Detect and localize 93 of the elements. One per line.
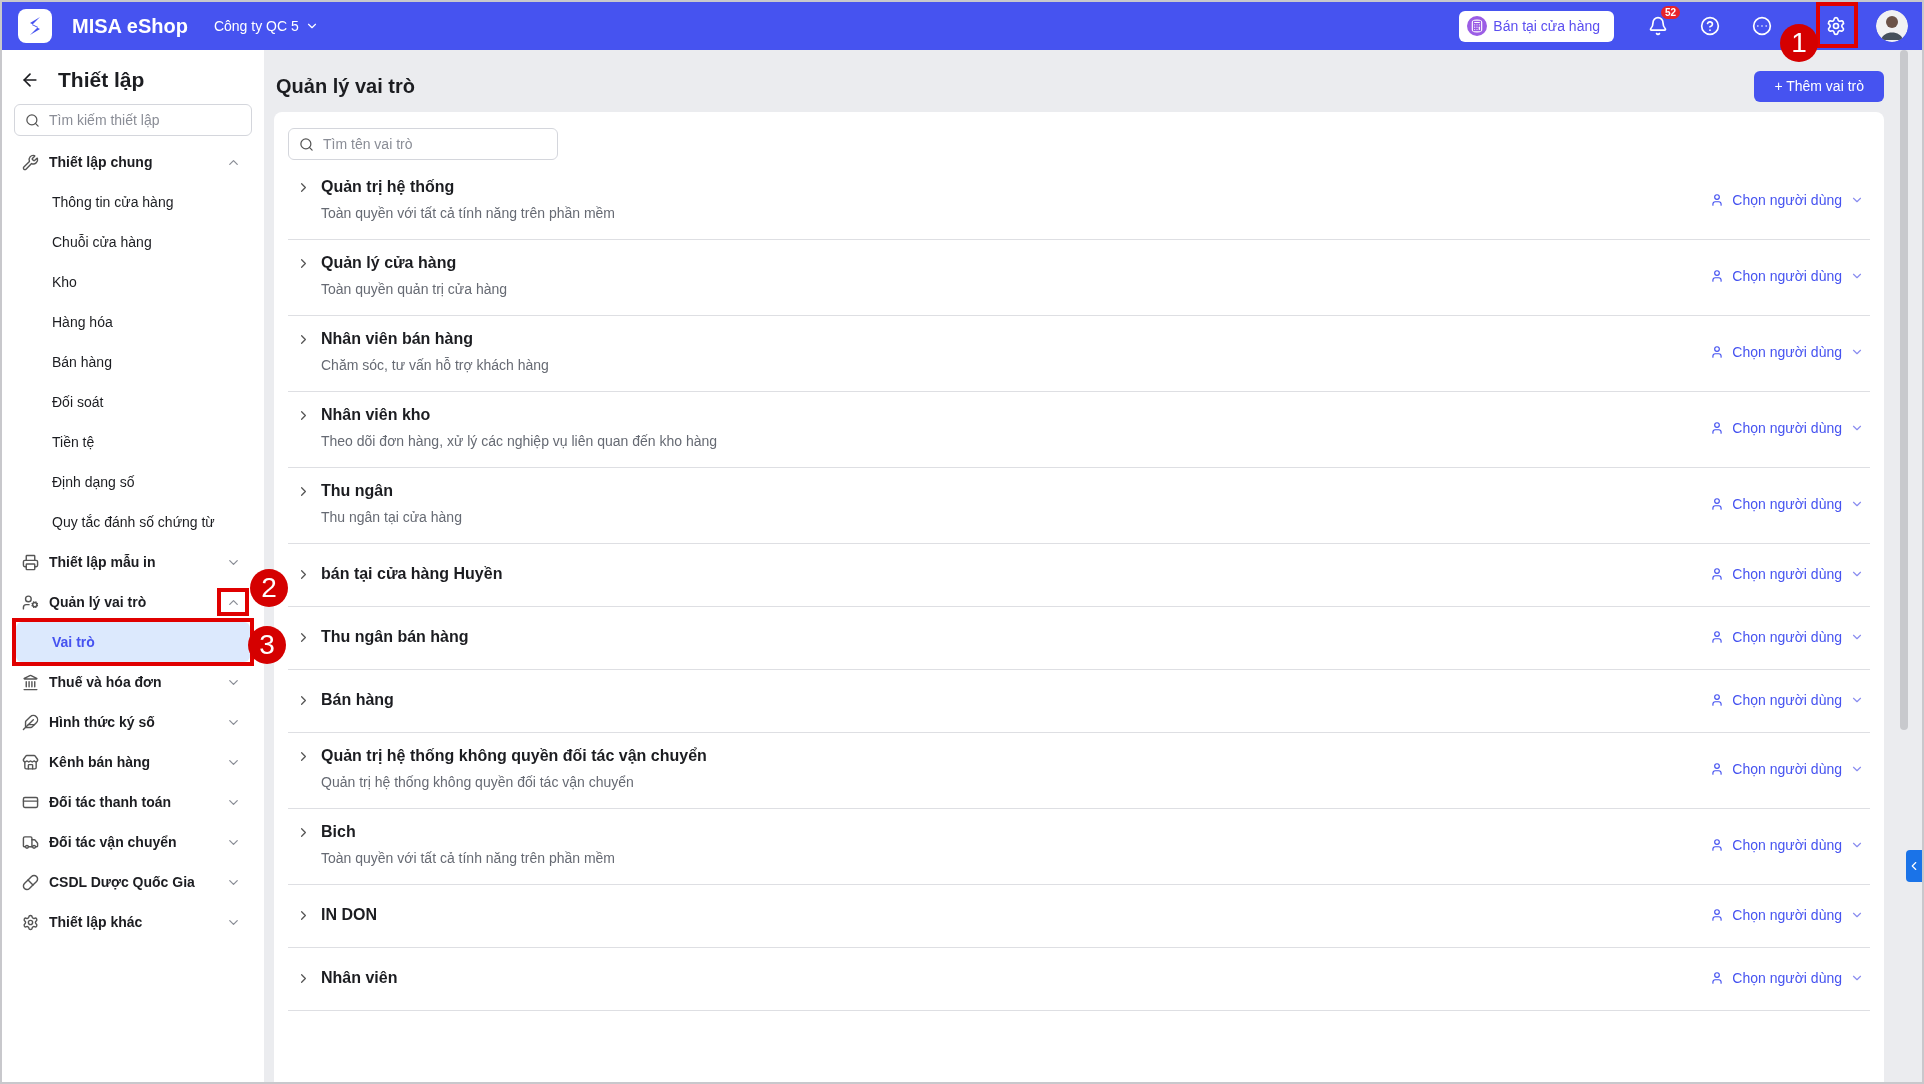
role-name: Bich <box>321 823 356 841</box>
choose-user-button[interactable]: Chọn người dùng <box>1710 692 1870 708</box>
user-icon <box>1710 496 1725 511</box>
user-gear-icon <box>22 593 39 611</box>
settings-item[interactable]: Thông tin cửa hàng <box>16 182 250 222</box>
choose-user-button[interactable]: Chọn người dùng <box>1710 836 1870 853</box>
store-sale-button[interactable]: Bán tại cửa hàng <box>1459 10 1614 42</box>
choose-user-button[interactable]: Chọn người dùng <box>1710 267 1870 284</box>
settings-search-field[interactable]: Tìm kiếm thiết lập <box>14 104 252 136</box>
collapse-panel-button[interactable] <box>1906 850 1922 882</box>
choose-user-button[interactable]: Chọn người dùng <box>1710 629 1870 645</box>
choose-user-button[interactable]: Chọn người dùng <box>1710 970 1870 986</box>
page-title: Quản lý vai trò <box>275 74 415 98</box>
user-icon <box>1710 567 1725 581</box>
role-description: Thu ngân tại cửa hàng <box>320 509 463 525</box>
user-icon <box>1710 837 1725 852</box>
settings-item[interactable]: Bán hàng <box>16 342 250 382</box>
user-icon <box>1710 761 1725 776</box>
user-icon <box>1710 192 1725 207</box>
settings-group[interactable]: Hình thức ký số <box>14 702 218 742</box>
settings-group[interactable]: Thiết lập mẫu in <box>14 542 218 582</box>
choose-user-button[interactable]: Chọn người dùng <box>1710 191 1870 208</box>
add-role-button[interactable]: + Thêm vai trò <box>1754 70 1884 102</box>
settings-group[interactable]: Quản lý vai trò <box>14 582 218 622</box>
register-icon <box>1467 16 1488 36</box>
role-name: Thu ngân <box>321 482 393 500</box>
role-description: Toàn quyền với tất cả tính năng trên phần mềm <box>320 205 617 221</box>
truck-icon <box>22 833 39 851</box>
role-name: Quản trị hệ thống không quyền đối tác vận chuyển <box>321 747 707 765</box>
choose-user-button[interactable]: Chọn người dùng <box>1710 495 1870 512</box>
settings-group[interactable]: CSDL Dược Quốc Gia <box>14 862 218 902</box>
settings-group[interactable]: Thiết lập chung <box>14 142 218 182</box>
role-name: Nhân viên <box>321 969 398 987</box>
settings-group[interactable]: Đối tác vận chuyển <box>14 822 218 862</box>
role-name: Thu ngân bán hàng <box>321 628 469 646</box>
role-name: IN DON <box>321 906 377 924</box>
settings-item[interactable]: Tiền tệ <box>16 422 250 462</box>
settings-item[interactable]: Đối soát <box>16 382 250 422</box>
avatar[interactable] <box>1876 10 1908 42</box>
role-description: Chăm sóc, tư vấn hỗ trợ khách hàng <box>320 357 550 373</box>
choose-user-button[interactable]: Chọn người dùng <box>1710 907 1870 923</box>
user-icon <box>1710 268 1725 283</box>
notification-badge: 52 <box>1660 6 1680 19</box>
settings-icon <box>22 913 39 931</box>
settings-item[interactable]: Chuỗi cửa hàng <box>16 222 250 262</box>
choose-user-button[interactable]: Chọn người dùng <box>1710 419 1870 436</box>
role-name: Quản lý cửa hàng <box>321 254 457 272</box>
choose-user-button[interactable]: Chọn người dùng <box>1710 760 1870 777</box>
pill-icon <box>22 873 39 891</box>
feather-icon <box>22 713 39 731</box>
role-description: Quản trị hệ thống không quyền đối tác vận chuyển <box>320 774 635 790</box>
bank-icon <box>22 673 39 691</box>
callout-frame <box>217 588 249 616</box>
role-description: Toàn quyền với tất cả tính năng trên phần mềm <box>320 850 617 866</box>
sidebar-title: Thiết lập <box>58 68 145 92</box>
settings-item[interactable]: Kho <box>16 262 250 302</box>
settings-item[interactable]: Hàng hóa <box>16 302 250 342</box>
choose-user-button[interactable]: Chọn người dùng <box>1710 566 1870 582</box>
callout-badge: 2 <box>250 569 288 607</box>
settings-item[interactable]: Quy tắc đánh số chứng từ <box>16 502 250 542</box>
settings-icon <box>1826 16 1846 36</box>
help-icon <box>1700 16 1720 36</box>
choose-user-button[interactable]: Chọn người dùng <box>1710 343 1870 360</box>
role-name: Quản trị hệ thống <box>321 178 455 196</box>
brand-name: MISA eShop <box>72 14 188 38</box>
company-selector[interactable]: Công ty QC 5 <box>213 18 319 34</box>
role-name: bán tại cửa hàng Huyền <box>321 565 503 583</box>
settings-group[interactable]: Kênh bán hàng <box>14 742 218 782</box>
bell-icon <box>1648 16 1668 36</box>
user-icon <box>1710 630 1725 644</box>
printer-icon <box>22 553 39 571</box>
user-icon <box>1710 420 1725 435</box>
user-icon <box>1710 971 1725 985</box>
chat-icon <box>1752 16 1772 36</box>
wrench-icon <box>22 153 39 171</box>
user-icon <box>1710 908 1725 922</box>
role-search-field[interactable]: Tìm tên vai trò <box>288 128 558 160</box>
user-icon <box>1710 693 1725 707</box>
role-name: Bán hàng <box>321 691 394 709</box>
role-name: Nhân viên kho <box>321 406 431 424</box>
callout-badge: 1 <box>1780 24 1818 62</box>
role-description: Theo dõi đơn hàng, xử lý các nghiệp vụ liên quan đến kho hàng <box>320 433 719 449</box>
settings-item[interactable]: Định dạng số <box>16 462 250 502</box>
settings-group[interactable]: Đối tác thanh toán <box>14 782 218 822</box>
user-icon <box>1710 344 1725 359</box>
settings-group[interactable]: Thuế và hóa đơn <box>14 662 218 702</box>
scrollbar[interactable] <box>1900 50 1908 730</box>
settings-group[interactable]: Thiết lập khác <box>14 902 218 942</box>
settings-item[interactable]: Vai trò <box>16 622 250 662</box>
store-icon <box>22 753 39 771</box>
role-description: Toàn quyền quản trị cửa hàng <box>320 281 509 297</box>
role-name: Nhân viên bán hàng <box>321 330 473 348</box>
logo-icon <box>18 9 52 43</box>
